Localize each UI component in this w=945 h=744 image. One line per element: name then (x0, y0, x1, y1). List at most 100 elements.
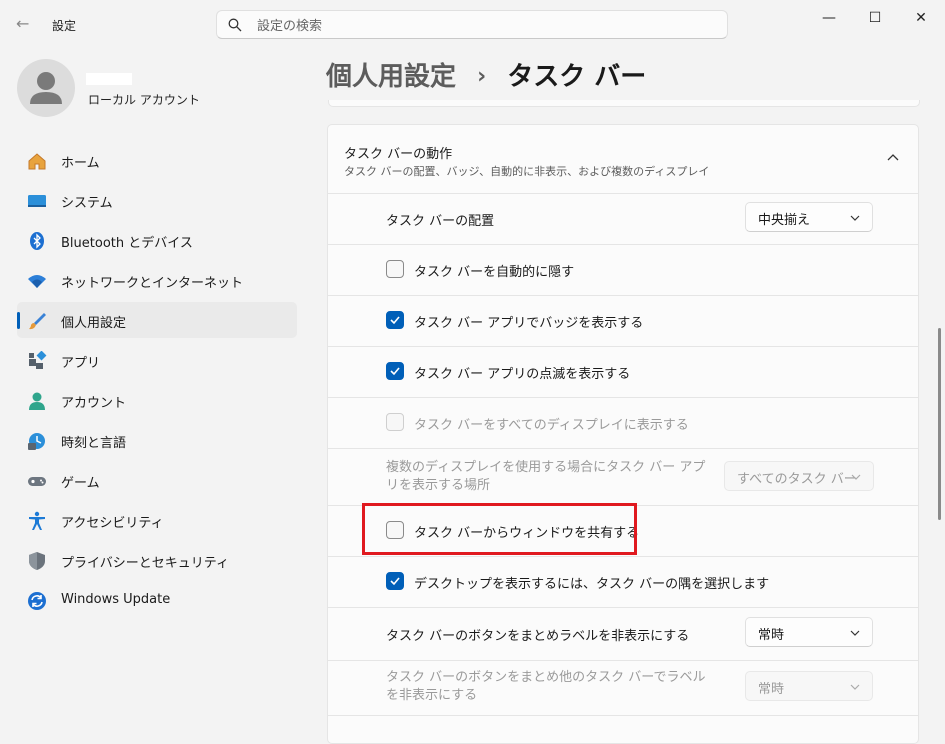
apps-icon (29, 351, 47, 369)
sidebar-item-label: アプリ (61, 356, 101, 371)
sidebar-item-system[interactable]: システム (17, 182, 297, 218)
wifi-icon (28, 275, 46, 288)
gamepad-icon (28, 477, 46, 486)
sidebar-item-privacy[interactable]: プライバシーとセキュリティ (17, 542, 297, 578)
multi-display-row: 複数のディスプレイを使用する場合にタスク バー アプリを表示する場所 すべてのタ… (328, 448, 918, 506)
minimize-button[interactable]: — (806, 6, 852, 30)
accessibility-icon (29, 511, 45, 530)
far-corner-row: デスクトップを表示するには、タスク バーの隅を選択します (328, 556, 918, 608)
windows-update-icon (28, 592, 46, 610)
sidebar-item-accounts[interactable]: アカウント (17, 382, 297, 418)
page-title: タスク バー (507, 62, 647, 92)
sidebar-item-label: Windows Update (61, 592, 171, 607)
taskbar-alignment-dropdown[interactable]: 中央揃え (745, 202, 873, 232)
scrollbar-thumb[interactable] (938, 328, 941, 520)
breadcrumb-parent[interactable]: 個人用設定 (326, 62, 456, 92)
breadcrumb-separator: › (477, 64, 487, 89)
sidebar-item-label: 個人用設定 (61, 316, 127, 331)
search-input[interactable] (255, 15, 719, 37)
taskbar-behaviors-group: タスク バーの動作 タスク バーの配置、バッジ、自動的に非表示、および複数のディ… (327, 124, 919, 744)
profile-account-type: ローカル アカウント (88, 93, 200, 107)
sidebar-item-label: Bluetooth とデバイス (61, 236, 193, 251)
chevron-down-icon (850, 215, 860, 221)
title-bar: ← 設定 — ☐ ✕ (0, 0, 945, 50)
shield-icon (29, 552, 45, 570)
combine-main-row: タスク バーのボタンをまとめラベルを非表示にする 常時 (328, 607, 918, 661)
group-description: タスク バーの配置、バッジ、自動的に非表示、および複数のディスプレイ (344, 165, 710, 178)
badges-checkbox[interactable] (386, 311, 404, 329)
flashing-label: タスク バー アプリの点滅を表示する (414, 367, 631, 382)
sidebar-item-network[interactable]: ネットワークとインターネット (17, 262, 297, 298)
far-corner-label: デスクトップを表示するには、タスク バーの隅を選択します (414, 577, 770, 592)
auto-hide-row: タスク バーを自動的に隠す (328, 244, 918, 296)
sidebar-item-label: アクセシビリティ (61, 516, 164, 531)
all-displays-label: タスク バーをすべてのディスプレイに表示する (414, 418, 689, 433)
taskbar-alignment-row: タスク バーの配置 中央揃え (328, 193, 918, 245)
previous-settings-card (328, 100, 920, 107)
back-arrow-icon[interactable]: ← (16, 14, 29, 33)
highlight-annotation-box (362, 503, 637, 555)
group-header[interactable]: タスク バーの動作 タスク バーの配置、バッジ、自動的に非表示、および複数のディ… (328, 125, 918, 194)
auto-hide-checkbox[interactable] (386, 260, 404, 278)
profile-name-redacted (86, 73, 132, 85)
selection-indicator (17, 312, 20, 329)
chevron-down-icon (850, 630, 860, 636)
badges-row: タスク バー アプリでバッジを表示する (328, 295, 918, 347)
auto-hide-label: タスク バーを自動的に隠す (414, 265, 575, 280)
bluetooth-icon (30, 232, 44, 250)
dropdown-value: 常時 (758, 628, 785, 643)
badges-label: タスク バー アプリでバッジを表示する (414, 316, 644, 331)
dropdown-value: 常時 (758, 682, 785, 697)
taskbar-alignment-label: タスク バーの配置 (386, 214, 495, 229)
group-title: タスク バーの動作 (344, 147, 453, 162)
sidebar-nav: ホーム システム Bluetooth とデバイス ネットワークとインターネット … (17, 142, 297, 622)
dropdown-value: 中央揃え (758, 213, 811, 228)
multi-display-dropdown: すべてのタスク バー (724, 461, 874, 491)
chevron-down-icon (851, 474, 861, 480)
sidebar-item-label: 時刻と言語 (61, 436, 127, 451)
time-language-icon (28, 433, 45, 450)
sidebar-item-label: ゲーム (61, 476, 100, 491)
checkmark-icon (390, 367, 400, 376)
dropdown-value: すべてのタスク バー (737, 472, 857, 487)
checkmark-icon (390, 316, 400, 325)
far-corner-checkbox[interactable] (386, 572, 404, 590)
account-icon (29, 392, 45, 410)
close-button[interactable]: ✕ (898, 6, 944, 30)
chevron-down-icon (850, 684, 860, 690)
chevron-up-icon[interactable] (886, 151, 900, 165)
sidebar-item-time-language[interactable]: 時刻と言語 (17, 422, 297, 458)
sidebar-item-label: プライバシーとセキュリティ (61, 556, 229, 571)
all-displays-row: タスク バーをすべてのディスプレイに表示する (328, 397, 918, 449)
sidebar-item-label: アカウント (61, 396, 127, 411)
combine-other-label: タスク バーのボタンをまとめ他のタスク バーでラベルを非表示にする (386, 670, 706, 703)
combine-main-dropdown[interactable]: 常時 (745, 617, 873, 647)
checkmark-icon (390, 577, 400, 586)
breadcrumb: 個人用設定 › タスク バー (326, 56, 646, 93)
sidebar-item-label: ホーム (61, 156, 100, 171)
system-icon (28, 195, 46, 207)
all-displays-checkbox (386, 413, 404, 431)
combine-other-row: タスク バーのボタンをまとめ他のタスク バーでラベルを非表示にする 常時 (328, 660, 918, 716)
sidebar-item-apps[interactable]: アプリ (17, 342, 297, 378)
multi-display-label: 複数のディスプレイを使用する場合にタスク バー アプリを表示する場所 (386, 460, 706, 493)
sidebar-item-personalization[interactable]: 個人用設定 (17, 302, 297, 338)
flashing-row: タスク バー アプリの点滅を表示する (328, 346, 918, 398)
sidebar-item-accessibility[interactable]: アクセシビリティ (17, 502, 297, 538)
combine-other-dropdown: 常時 (745, 671, 873, 701)
sidebar-item-home[interactable]: ホーム (17, 142, 297, 178)
search-icon (228, 18, 242, 32)
sidebar-item-label: システム (61, 196, 113, 211)
home-icon (28, 153, 46, 170)
combine-main-label: タスク バーのボタンをまとめラベルを非表示にする (386, 629, 690, 644)
sidebar-item-bluetooth[interactable]: Bluetooth とデバイス (17, 222, 297, 258)
maximize-button[interactable]: ☐ (852, 6, 898, 30)
search-box[interactable] (216, 10, 728, 39)
sidebar-item-gaming[interactable]: ゲーム (17, 462, 297, 498)
flashing-checkbox[interactable] (386, 362, 404, 380)
sidebar-item-windows-update[interactable]: Windows Update (17, 582, 297, 618)
app-title: 設定 (52, 19, 77, 33)
brush-icon (29, 313, 46, 330)
sidebar-item-label: ネットワークとインターネット (61, 276, 244, 291)
avatar[interactable] (17, 59, 75, 117)
